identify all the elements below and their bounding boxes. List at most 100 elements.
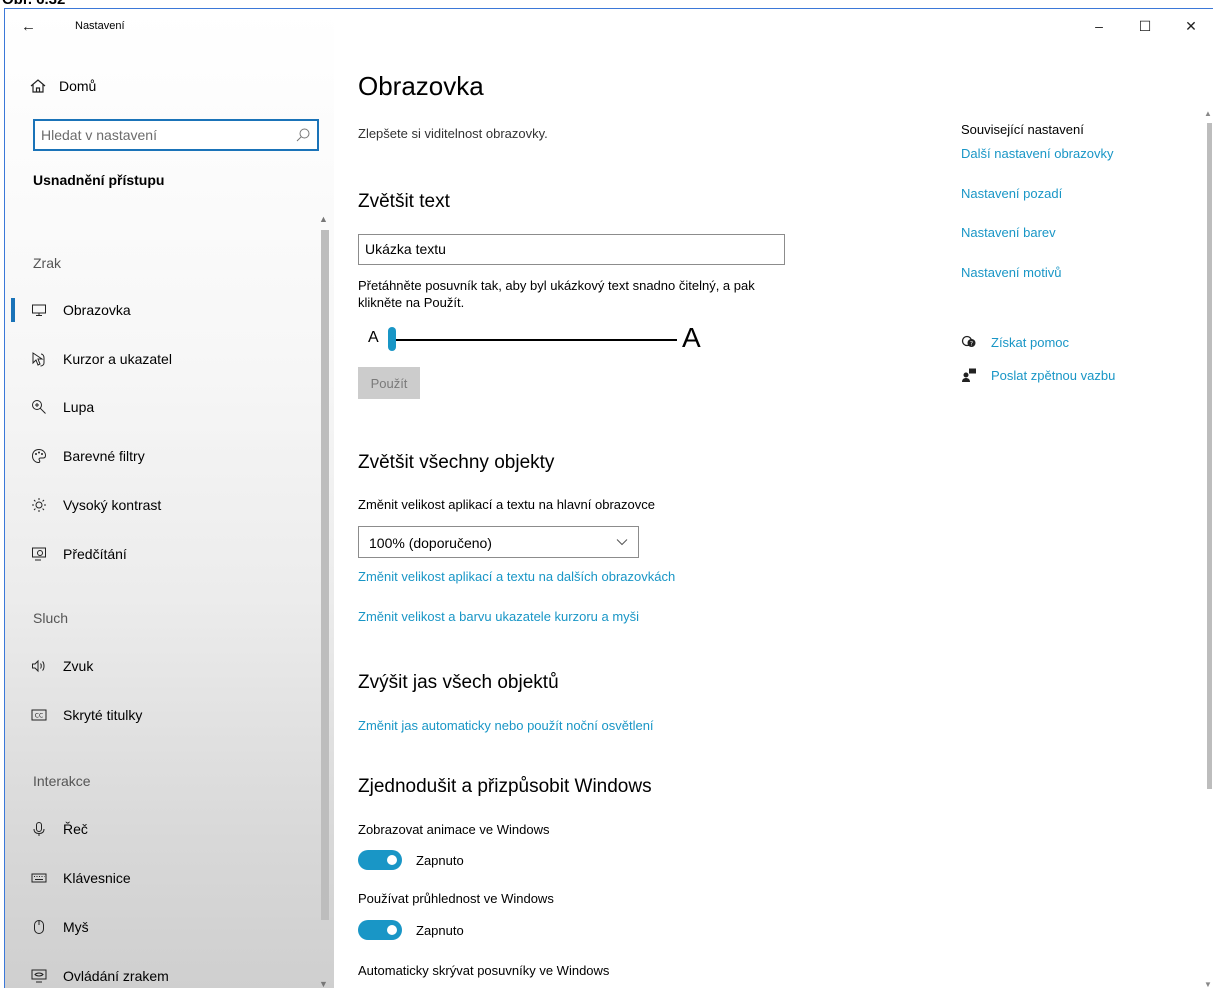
sidebar-item-ovladani-zrakem[interactable]: Ovládání zrakem [5,956,315,988]
minimize-button[interactable]: – [1076,9,1122,43]
group-label-zrak: Zrak [33,255,61,271]
toggle-knob [387,925,397,935]
sidebar-scrollbar[interactable]: ▲ ▼ [317,214,331,988]
link-more-display-settings[interactable]: Další nastavení obrazovky [961,146,1113,161]
get-help-label: Získat pomoc [991,334,1070,350]
help-chat-icon: ? [961,335,976,347]
sidebar-item-label: Řeč [63,821,88,837]
sidebar-item-predcitani[interactable]: Předčítání [5,534,315,574]
slider-instructions: Přetáhněte posuvník tak, aby byl ukázkov… [358,278,755,310]
search-input[interactable] [35,121,285,149]
link-color-settings[interactable]: Nastavení barev [961,225,1056,240]
main-scrollbar[interactable]: ▲ ▼ [1204,109,1213,988]
sidebar-item-label: Kurzor a ukazatel [63,351,172,367]
sidebar-item-label: Obrazovka [63,302,131,318]
magnifier-icon [32,400,46,414]
title-bar: ← Nastavení [5,9,334,43]
home-link[interactable]: Domů [29,77,96,95]
animations-state: Zapnuto [416,852,464,868]
palette-icon [31,448,47,464]
sidebar-item-label: Vysoký kontrast [63,497,162,513]
search-box[interactable] [33,119,319,151]
eye-control-icon [31,969,47,983]
sidebar-item-rec[interactable]: Řeč [5,809,315,849]
chevron-down-icon [616,539,628,546]
animations-label: Zobrazovat animace ve Windows [358,822,550,837]
sidebar-item-vysoky-kontrast[interactable]: Vysoký kontrast [5,485,315,525]
sidebar-item-obrazovka[interactable]: Obrazovka [5,290,315,330]
scroll-thumb[interactable] [1207,123,1212,789]
sidebar-item-barevne-filtry[interactable]: Barevné filtry [5,436,315,476]
animations-toggle[interactable] [358,850,402,870]
transparency-toggle[interactable] [358,920,402,940]
home-label: Domů [59,78,97,94]
cc-icon: CC [31,709,47,721]
sidebar-item-mys[interactable]: Myš [5,907,315,947]
slider-max-label: A [682,322,701,353]
sidebar-item-label: Ovládání zrakem [63,968,169,984]
sidebar-item-label: Lupa [63,399,95,415]
get-help-link[interactable]: ? Získat pomoc [961,334,1069,350]
figure-caption: Obr. 6.32 [0,0,1213,8]
app-title: Nastavení [75,20,125,32]
link-scale-other-displays[interactable]: Změnit velikost aplikací a textu na dalš… [358,569,675,584]
cursor-icon [32,352,45,367]
scale-selected-value: 100% (doporučeno) [369,535,492,551]
slider-track[interactable] [392,339,677,341]
sidebar-item-label: Klávesnice [63,870,131,886]
sidebar-item-label: Předčítání [63,546,127,562]
transparency-toggle-row: Zapnuto [358,919,464,941]
heading-text-size: Zvětšit text [358,191,450,212]
scroll-up-icon[interactable]: ▲ [1204,109,1212,118]
scroll-down-icon[interactable]: ▼ [319,979,328,988]
svg-text:CC: CC [35,713,43,720]
sidebar-item-zvuk[interactable]: Zvuk [5,646,315,686]
auto-hide-scrollbars-label: Automaticky skrývat posuvníky ve Windows [358,963,610,978]
main-content: – ☐ ✕ Obrazovka Zlepšete si viditelnost … [335,9,1213,988]
sidebar-item-skryte-titulky[interactable]: CC Skryté titulky [5,695,315,735]
sidebar-item-label: Zvuk [63,658,94,674]
mouse-icon [34,920,44,934]
sidebar-item-kurzor[interactable]: Kurzor a ukazatel [5,339,315,379]
heading-scale: Zvětšit všechny objekty [358,452,555,473]
sidebar-item-label: Myš [63,919,89,935]
monitor-icon [32,304,46,316]
scale-dropdown[interactable]: 100% (doporučeno) [358,526,639,558]
feedback-link[interactable]: Poslat zpětnou vazbu [961,367,1115,383]
page-title: Obrazovka [358,71,484,101]
transparency-state: Zapnuto [416,922,464,938]
maximize-button[interactable]: ☐ [1122,9,1168,43]
link-theme-settings[interactable]: Nastavení motivů [961,265,1061,280]
apply-button[interactable]: Použít [358,367,420,399]
heading-simplify: Zjednodušit a přizpůsobit Windows [358,776,652,797]
microphone-icon [33,822,45,836]
scroll-down-icon[interactable]: ▼ [1204,980,1212,988]
slider-min-label: A [368,329,379,346]
sidebar-item-label: Barevné filtry [63,448,145,464]
link-cursor-size-color[interactable]: Změnit velikost a barvu ukazatele kurzor… [358,609,639,624]
search-icon[interactable] [295,127,311,143]
animations-toggle-row: Zapnuto [358,849,464,871]
feedback-icon [962,368,976,382]
link-background-settings[interactable]: Nastavení pozadí [961,186,1062,201]
sidebar: ← Nastavení Domů Usnadnění přístupu ▲ ▼ … [5,9,334,988]
toggle-knob [387,855,397,865]
scroll-thumb[interactable] [321,230,329,920]
home-icon [30,79,46,93]
sidebar-item-lupa[interactable]: Lupa [5,387,315,427]
transparency-label: Používat průhlednost ve Windows [358,891,554,906]
selection-marker [11,298,15,322]
speaker-icon [32,659,45,673]
text-size-slider[interactable]: A A [368,322,708,354]
section-title: Usnadnění přístupu [33,172,165,188]
slider-thumb[interactable] [388,327,396,351]
group-label-sluch: Sluch [33,610,69,626]
page-subtitle: Zlepšete si viditelnost obrazovky. [358,126,548,141]
link-night-light[interactable]: Změnit jas automaticky nebo použít noční… [358,718,654,733]
feedback-label: Poslat zpětnou vazbu [991,367,1116,383]
close-button[interactable]: ✕ [1168,9,1213,43]
sidebar-item-klavesnice[interactable]: Klávesnice [5,858,315,898]
scroll-up-icon[interactable]: ▲ [319,214,328,224]
back-arrow-icon[interactable]: ← [21,17,45,37]
group-label-interakce: Interakce [33,773,91,789]
